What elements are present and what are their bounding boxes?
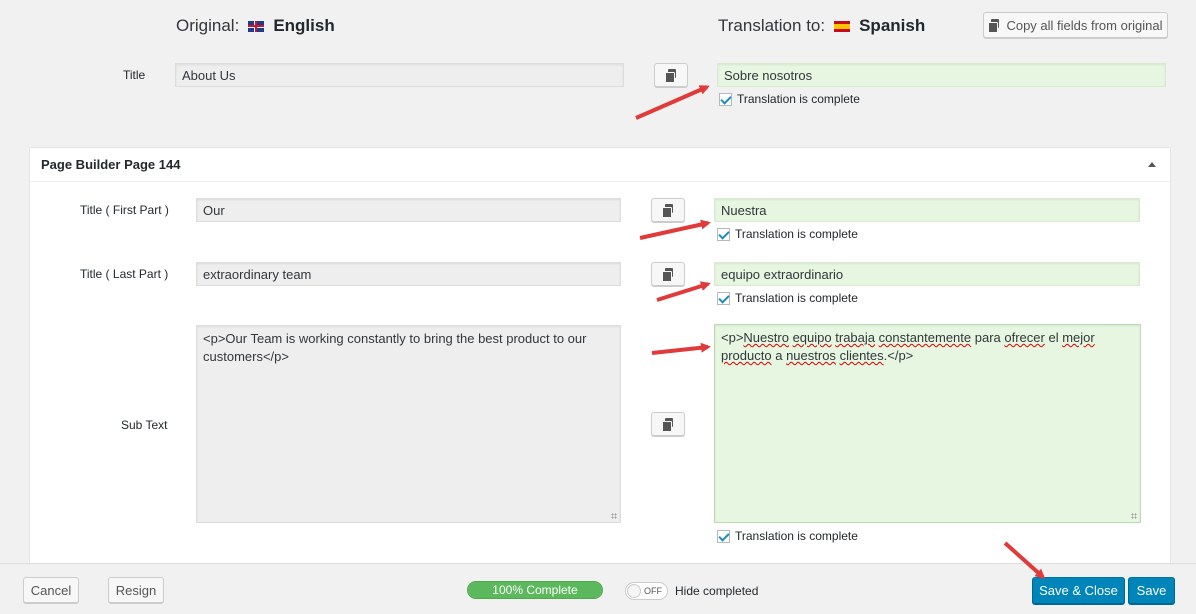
translation-language: Spanish xyxy=(859,16,926,35)
copy-all-fields-button[interactable]: Copy all fields from original xyxy=(983,12,1168,38)
sub-text-complete-label: Translation is complete xyxy=(735,529,858,543)
toggle-knob xyxy=(627,584,641,598)
checkbox-checked-icon[interactable] xyxy=(717,227,730,241)
translation-language-header: Translation to: Spanish xyxy=(718,16,925,36)
title-original-field: About Us xyxy=(175,63,624,87)
original-label: Original: xyxy=(176,16,240,35)
save-and-close-button[interactable]: Save & Close xyxy=(1032,577,1125,604)
copy-last-part-button[interactable] xyxy=(651,262,685,286)
copy-icon xyxy=(662,418,674,432)
sub-text-label: Sub Text xyxy=(121,418,168,432)
translation-label: Translation to: xyxy=(718,16,826,35)
progress-bar: 100% Complete xyxy=(467,581,603,599)
last-part-original-field: extraordinary team xyxy=(196,262,621,286)
checkbox-checked-icon[interactable] xyxy=(719,92,732,106)
hide-completed-label: Hide completed xyxy=(675,584,759,598)
title-complete-checkbox[interactable]: Translation is complete xyxy=(719,92,860,106)
copy-icon xyxy=(665,69,677,83)
copy-icon xyxy=(662,204,674,218)
first-part-original-field: Our xyxy=(196,198,621,222)
checkbox-checked-icon[interactable] xyxy=(717,529,730,543)
copy-sub-text-button[interactable] xyxy=(651,412,685,436)
collapse-caret-icon[interactable] xyxy=(1148,162,1156,167)
copy-icon xyxy=(662,268,674,282)
last-part-complete-label: Translation is complete xyxy=(735,291,858,305)
panel-title: Page Builder Page 144 xyxy=(41,157,181,172)
last-part-label: Title ( Last Part ) xyxy=(80,267,169,281)
first-part-complete-label: Translation is complete xyxy=(735,227,858,241)
original-language: English xyxy=(273,16,335,35)
title-label: Title xyxy=(123,68,146,82)
sub-text-original-field: <p>Our Team is working constantly to bri… xyxy=(196,325,621,523)
copy-title-button[interactable] xyxy=(654,63,688,87)
last-part-complete-checkbox[interactable]: Translation is complete xyxy=(717,291,858,305)
cancel-button[interactable]: Cancel xyxy=(23,577,79,603)
uk-flag-icon xyxy=(248,20,265,32)
title-complete-label: Translation is complete xyxy=(737,92,860,106)
checkbox-checked-icon[interactable] xyxy=(717,291,730,305)
original-language-header: Original: English xyxy=(176,16,335,36)
sub-text-translation-textarea[interactable]: <p>Nuestro equipo trabaja constantemente… xyxy=(714,324,1141,523)
resize-grip-icon[interactable] xyxy=(1131,513,1137,519)
last-part-translation-input[interactable]: equipo extraordinario xyxy=(714,262,1140,286)
panel-header[interactable]: Page Builder Page 144 xyxy=(30,148,1170,182)
title-translation-input[interactable]: Sobre nosotros xyxy=(717,63,1166,87)
copy-all-label: Copy all fields from original xyxy=(1006,17,1163,33)
progress-text: 100% Complete xyxy=(492,583,578,597)
copy-icon xyxy=(988,19,1000,33)
hide-completed-toggle[interactable]: OFF xyxy=(625,582,668,600)
sub-text-translated-value: <p>Nuestro equipo trabaja constantemente… xyxy=(721,330,1095,363)
copy-first-part-button[interactable] xyxy=(651,198,685,222)
first-part-complete-checkbox[interactable]: Translation is complete xyxy=(717,227,858,241)
sub-text-original-value: <p>Our Team is working constantly to bri… xyxy=(203,331,591,364)
toggle-state: OFF xyxy=(644,586,662,596)
sub-text-complete-checkbox[interactable]: Translation is complete xyxy=(717,529,858,543)
resize-grip-icon[interactable] xyxy=(611,513,617,519)
spain-flag-icon xyxy=(834,20,851,32)
resign-button[interactable]: Resign xyxy=(108,577,164,603)
first-part-translation-input[interactable]: Nuestra xyxy=(714,198,1140,222)
first-part-label: Title ( First Part ) xyxy=(80,203,169,217)
save-button[interactable]: Save xyxy=(1128,577,1175,604)
annotation-arrow-title xyxy=(635,85,710,120)
